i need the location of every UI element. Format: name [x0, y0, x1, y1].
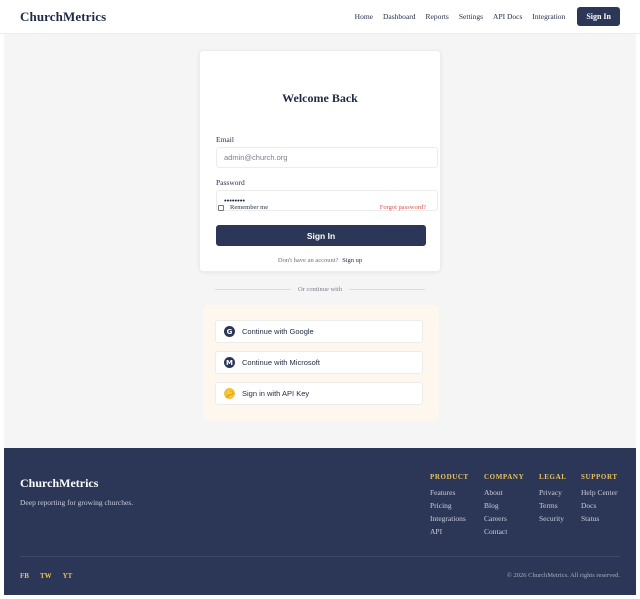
divider-line-right [349, 288, 426, 290]
nav-home[interactable]: Home [355, 12, 373, 21]
login-title: Welcome Back [282, 91, 358, 105]
header-signin-button[interactable]: Sign In [577, 7, 620, 26]
nav-reports[interactable]: Reports [426, 12, 449, 21]
signup-prompt: Don't have an account? [277, 257, 339, 264]
nav-dashboard[interactable]: Dashboard [383, 12, 416, 21]
youtube-link[interactable]: YT [63, 572, 73, 580]
facebook-link[interactable]: FB [20, 572, 29, 580]
footer-link-api[interactable]: API [430, 525, 469, 538]
footer-col-product: PRODUCT Features Pricing Integrations AP… [430, 473, 469, 538]
social-login-panel: G Continue with Google M Continue with M… [203, 305, 439, 421]
footer-link-status[interactable]: Status [581, 512, 618, 525]
remember-label: Remember me [230, 204, 269, 211]
microsoft-login-label: Continue with Microsoft [242, 358, 320, 367]
key-icon: 🔑 [224, 388, 235, 399]
google-icon: G [224, 326, 235, 337]
footer-col-legal: LEGAL Privacy Terms Security [539, 473, 567, 525]
footer-link-security[interactable]: Security [539, 512, 567, 525]
copyright: © 2026 ChurchMetrics. All rights reserve… [506, 572, 620, 579]
microsoft-icon: M [224, 357, 235, 368]
footer-col-title: COMPANY [484, 473, 525, 481]
footer-brand: ChurchMetrics [20, 476, 99, 490]
footer-link-contact[interactable]: Contact [484, 525, 524, 538]
footer-col-title: SUPPORT [581, 473, 618, 481]
nav-integration[interactable]: Integration [532, 12, 565, 21]
footer-link-about[interactable]: About [484, 486, 524, 499]
remember-me[interactable]: Remember me [218, 204, 268, 211]
main-content: Welcome Back Email admin@church.org Pass… [4, 34, 636, 448]
footer-tagline: Deep reporting for growing churches. [20, 498, 134, 507]
google-login-button[interactable]: G Continue with Google [215, 320, 423, 343]
footer-link-integrations[interactable]: Integrations [430, 512, 469, 525]
divider-text: Or continue with [297, 285, 343, 293]
microsoft-login-button[interactable]: M Continue with Microsoft [215, 351, 423, 374]
email-field[interactable]: admin@church.org [216, 147, 438, 168]
footer-link-docs[interactable]: Docs [581, 499, 618, 512]
footer-col-company: COMPANY About Blog Careers Contact [484, 473, 524, 538]
signup-link[interactable]: Sign up [342, 257, 362, 264]
footer-link-careers[interactable]: Careers [484, 512, 524, 525]
api-key-login-label: Sign in with API Key [242, 389, 310, 398]
twitter-link[interactable]: TW [40, 572, 52, 580]
nav-settings[interactable]: Settings [459, 12, 483, 21]
footer-link-help-center[interactable]: Help Center [581, 486, 618, 499]
signin-button[interactable]: Sign In [216, 225, 426, 246]
main-nav: Home Dashboard Reports Settings API Docs… [345, 7, 620, 26]
site-footer: ChurchMetrics Deep reporting for growing… [4, 448, 636, 595]
forgot-password-link[interactable]: Forgot password? [380, 204, 426, 211]
remember-checkbox[interactable] [218, 204, 224, 211]
nav-api-docs[interactable]: API Docs [493, 12, 522, 21]
password-label: Password [216, 178, 245, 187]
login-card: Welcome Back Email admin@church.org Pass… [199, 50, 441, 272]
footer-link-pricing[interactable]: Pricing [430, 499, 469, 512]
alt-login-divider: Or continue with [215, 284, 426, 294]
top-navbar: ChurchMetrics Home Dashboard Reports Set… [0, 0, 640, 34]
footer-col-title: PRODUCT [430, 473, 469, 481]
signup-row: Don't have an account? Sign up [200, 257, 440, 264]
footer-col-title: LEGAL [539, 473, 567, 481]
google-login-label: Continue with Google [242, 327, 314, 336]
footer-divider [20, 556, 620, 557]
api-key-login-button[interactable]: 🔑 Sign in with API Key [215, 382, 423, 405]
footer-socials: FB TW YT [20, 572, 83, 580]
footer-link-terms[interactable]: Terms [539, 499, 567, 512]
footer-link-privacy[interactable]: Privacy [539, 486, 567, 499]
brand-logo[interactable]: ChurchMetrics [20, 9, 106, 25]
footer-link-features[interactable]: Features [430, 486, 469, 499]
footer-link-blog[interactable]: Blog [484, 499, 524, 512]
footer-col-support: SUPPORT Help Center Docs Status [581, 473, 618, 525]
divider-line-left [215, 288, 291, 290]
email-label: Email [216, 135, 234, 144]
